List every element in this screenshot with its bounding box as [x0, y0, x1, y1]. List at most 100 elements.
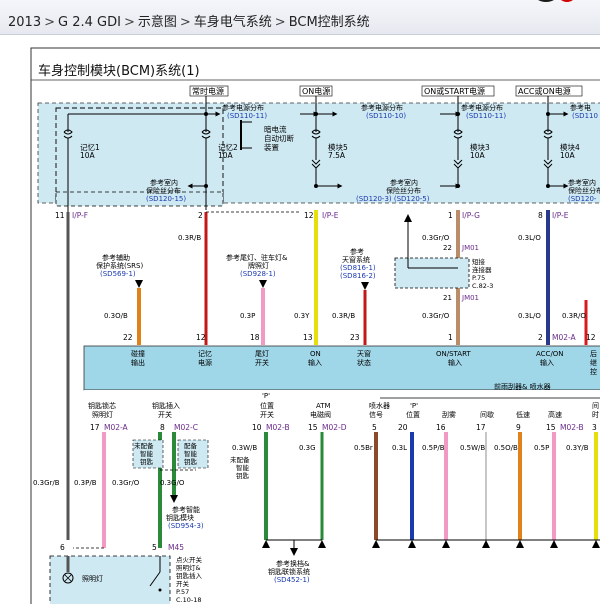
wire-labels-upper: 0.3R/B 0.3Gr/O 0.3L/O: [178, 234, 541, 242]
svg-text:(SD120-15): (SD120-15): [146, 195, 186, 203]
svg-text:11: 11: [55, 211, 65, 220]
fuse-module4-rating: 10A: [560, 151, 576, 160]
svg-text:参考智能: 参考智能: [172, 505, 200, 514]
svg-text:18: 18: [250, 333, 260, 342]
svg-text:C.10-18: C.10-18: [176, 596, 202, 604]
svg-text:位置: 位置: [406, 410, 420, 419]
svg-text:保险丝分布: 保险丝分布: [568, 186, 600, 195]
svg-text:P.57: P.57: [176, 588, 189, 596]
svg-text:15: 15: [308, 423, 318, 432]
svg-text:ATM: ATM: [316, 402, 331, 410]
svg-text:低速: 低速: [516, 410, 530, 419]
power-dist-1-code: (SD110-11): [227, 112, 267, 120]
svg-text:8: 8: [538, 211, 543, 220]
svg-text:开关: 开关: [255, 358, 269, 367]
svg-text:0.3L/O: 0.3L/O: [518, 234, 541, 242]
svg-text:喷水器: 喷水器: [369, 401, 390, 410]
smart-key-module-ref: 参考智能 钥匙模块 (SD954-3): [166, 505, 204, 530]
wiper-group-label: 前雨刮器& 喷水器: [494, 382, 551, 391]
svg-text:控: 控: [590, 367, 597, 376]
wire-labels-lower: 0.3Gr/B 0.3P/B 0.3Gr/O 0.3G/O 0.3W/B 0.3…: [33, 444, 589, 487]
svg-text:12: 12: [196, 333, 206, 342]
svg-text:M45: M45: [168, 543, 184, 552]
svg-text:天窗系统: 天窗系统: [342, 255, 370, 264]
power-dist-2-label: 参考电源分布: [361, 103, 403, 112]
wire-labels-mid: 0.3O/B 0.3P 0.3Y 0.3R/B 0.3Gr/O 0.3L/O 0…: [104, 312, 586, 320]
svg-text:开关: 开关: [158, 410, 172, 419]
header-constant-power: 常时电源: [192, 86, 224, 96]
svg-text:短接: 短接: [472, 257, 486, 266]
svg-text:I/P-E: I/P-E: [552, 211, 569, 220]
svg-text:输入: 输入: [308, 358, 322, 367]
lamp-label: 照明灯: [82, 574, 103, 583]
power-dist-4-label: 参考电: [570, 103, 591, 112]
svg-text:12: 12: [304, 211, 314, 220]
svg-text:C.82-3: C.82-3: [472, 282, 493, 290]
svg-text:20: 20: [398, 423, 408, 432]
svg-text:13: 13: [303, 333, 313, 342]
fuse-memory1-rating: 10A: [80, 151, 96, 160]
power-dist-3-code: (SD110-11): [466, 112, 506, 120]
svg-text:连接器: 连接器: [472, 265, 492, 274]
svg-text:0.3P: 0.3P: [240, 312, 255, 320]
svg-text:尾灯: 尾灯: [255, 349, 269, 358]
short-connector-label: 短接 连接器 P.75 C.82-3: [472, 257, 493, 290]
svg-text:I/P-G: I/P-G: [462, 211, 480, 220]
svg-text:天窗: 天窗: [357, 349, 371, 358]
svg-text:(SD954-3): (SD954-3): [168, 522, 204, 530]
svg-text:21: 21: [443, 294, 452, 302]
svg-text:状态: 状态: [357, 358, 371, 367]
power-headers: 常时电源 ON电源 ON或START电源 ACC或ON电源: [189, 85, 583, 97]
svg-text:1: 1: [448, 211, 453, 220]
svg-text:(SD816-2): (SD816-2): [340, 272, 376, 280]
svg-text:M02-B: M02-B: [266, 423, 290, 432]
svg-text:钥匙: 钥匙: [184, 457, 198, 466]
mid-references: 参考辅助 保护系统(SRS) (SD569-1) 参考尾灯、驻车灯& 牌照灯 (…: [96, 247, 376, 280]
svg-text:参考室内: 参考室内: [150, 178, 178, 187]
power-dist-1-label: 参考电源分布: [222, 103, 264, 112]
fuse-box-region: [37, 102, 600, 204]
svg-text:未配备: 未配备: [134, 441, 154, 450]
svg-text:牌照灯: 牌照灯: [248, 261, 269, 270]
svg-text:刮雾: 刮雾: [442, 410, 456, 419]
fuse-memory2-rating: 10A: [218, 151, 234, 160]
svg-text:M02-A: M02-A: [552, 333, 577, 342]
svg-text:参考: 参考: [350, 247, 364, 256]
svg-text:ON: ON: [310, 350, 321, 358]
svg-text:暗电流: 暗电流: [264, 124, 287, 134]
svg-text:0.3R/B: 0.3R/B: [178, 234, 201, 242]
svg-text:0.3G/O: 0.3G/O: [160, 479, 185, 487]
svg-text:8: 8: [160, 423, 165, 432]
svg-text:0.3R/O: 0.3R/O: [562, 312, 586, 320]
svg-text:0.5Br: 0.5Br: [354, 444, 373, 452]
svg-text:开关: 开关: [176, 579, 190, 588]
svg-text:钥匙插入: 钥匙插入: [152, 401, 180, 410]
svg-text:(SD928-1): (SD928-1): [240, 270, 276, 278]
svg-text:保险丝分布: 保险丝分布: [386, 186, 421, 195]
svg-text:15: 15: [546, 423, 556, 432]
svg-text:点火开关: 点火开关: [176, 555, 203, 564]
svg-text:智能: 智能: [140, 449, 154, 458]
mid-pins: 22 12 18 13 23 1 2 M02-A 12: [123, 333, 596, 342]
svg-text:间歇: 间歇: [480, 410, 494, 419]
svg-text:5: 5: [372, 423, 377, 432]
svg-text:输入: 输入: [448, 358, 462, 367]
svg-text:M02-D: M02-D: [322, 423, 347, 432]
svg-text:(SD569-1): (SD569-1): [100, 270, 136, 278]
svg-text:钥匙: 钥匙: [236, 471, 250, 480]
svg-text:16: 16: [436, 423, 446, 432]
svg-text:位置: 位置: [260, 401, 274, 410]
svg-text:1: 1: [448, 333, 453, 342]
svg-text:钥匙联锁系统: 钥匙联锁系统: [268, 567, 310, 576]
svg-text:装置: 装置: [264, 142, 279, 152]
svg-text:参考室内: 参考室内: [568, 178, 596, 187]
svg-text:开关: 开关: [260, 410, 274, 419]
svg-text:5: 5: [152, 543, 157, 552]
svg-text:I/P-F: I/P-F: [72, 211, 88, 220]
svg-text:0.3P/B: 0.3P/B: [74, 479, 97, 487]
svg-text:ACC/ON: ACC/ON: [536, 350, 564, 358]
svg-text:钥匙插入: 钥匙插入: [176, 571, 203, 580]
svg-text:0.3Y/B: 0.3Y/B: [566, 444, 589, 452]
svg-text:0.3Gr/O: 0.3Gr/O: [112, 479, 140, 487]
ignition-switch-label: 点火开关 照明灯& 钥匙插入 开关 P.57 C.10-18: [176, 555, 203, 604]
